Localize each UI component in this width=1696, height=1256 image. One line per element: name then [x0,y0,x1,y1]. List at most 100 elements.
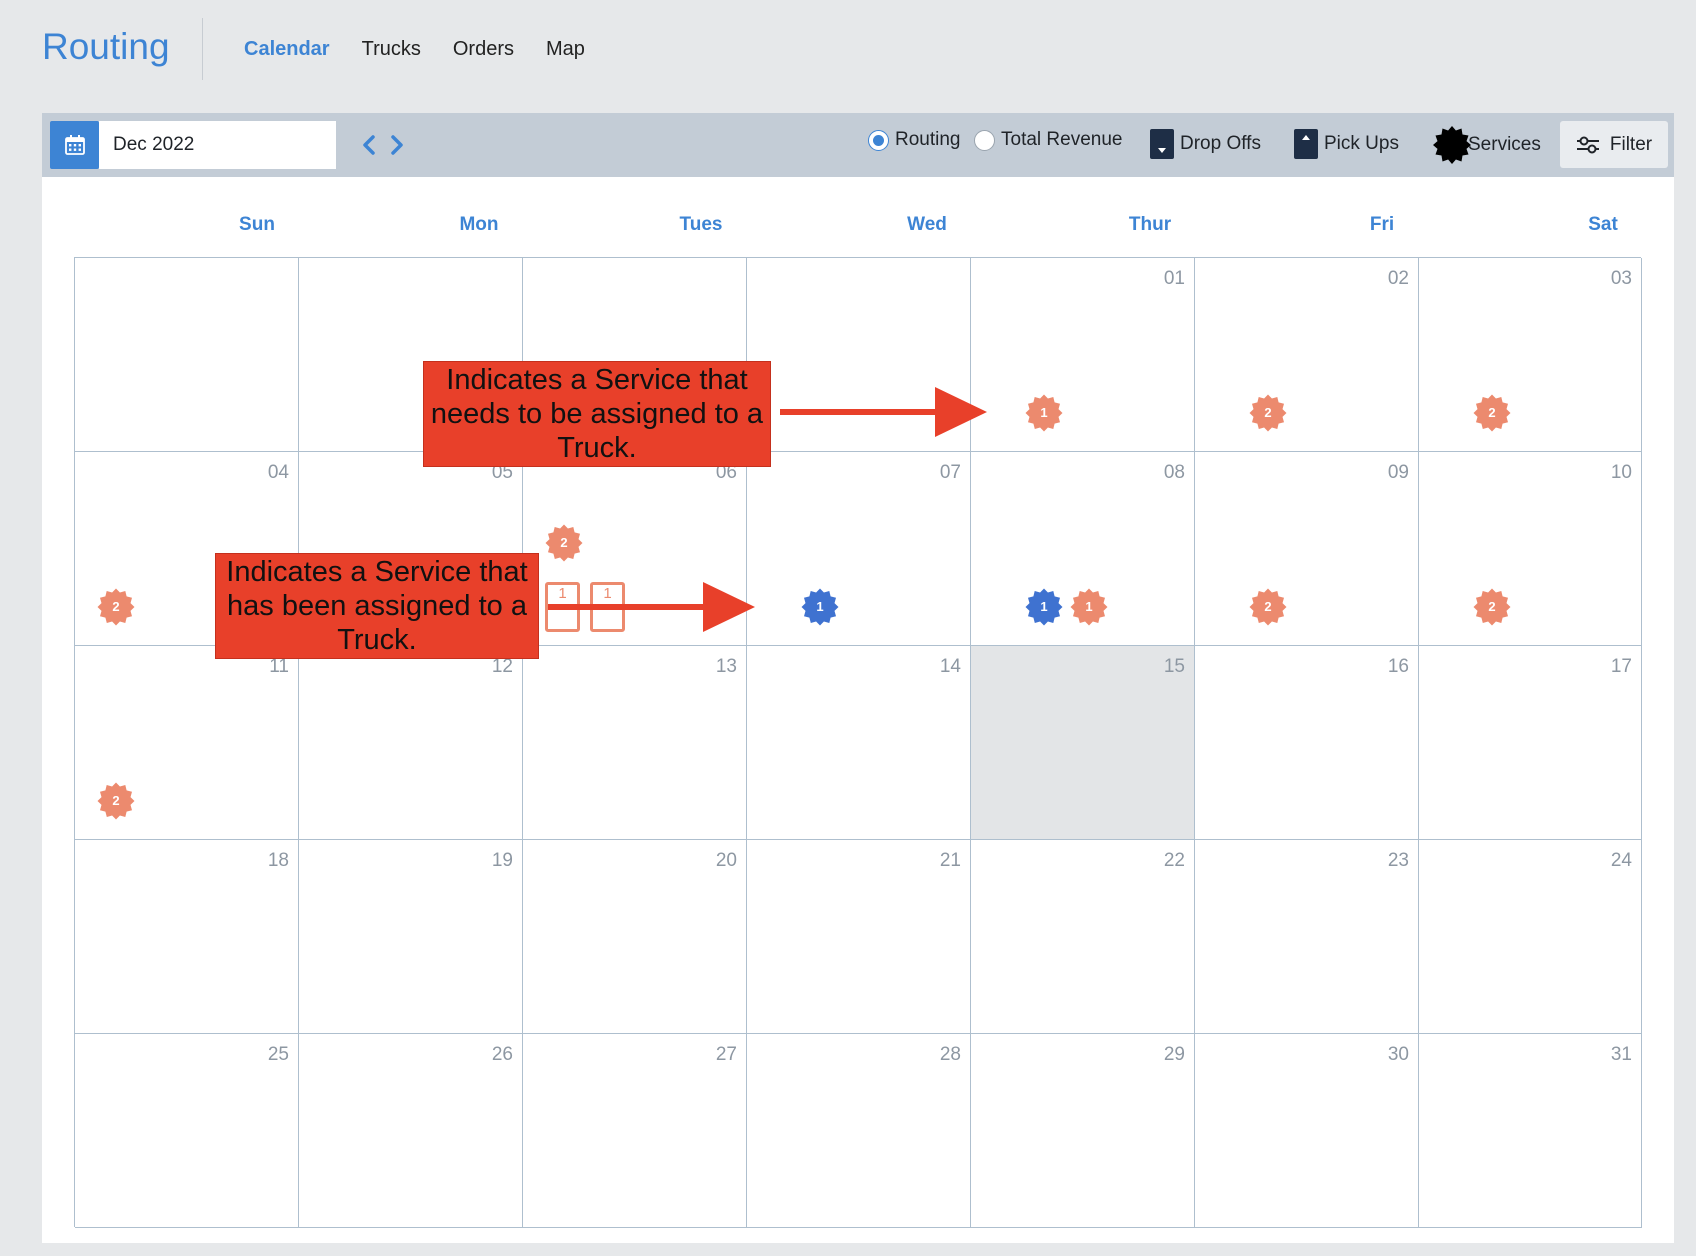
calendar-picker-button[interactable] [50,121,99,169]
chevron-left-icon [363,135,375,155]
badge-count: 2 [560,535,568,550]
day-cell-07[interactable]: 07 [747,452,971,646]
day-number: 27 [715,1044,737,1065]
day-cell-26[interactable]: 26 [299,1034,523,1228]
month-input[interactable]: Dec 2022 [99,121,336,169]
unassigned-service-badge[interactable]: 2 [97,782,135,820]
unassigned-service-badge[interactable]: 2 [545,524,583,562]
day-number: 28 [939,1044,961,1065]
day-cell-20[interactable]: 20 [523,840,747,1034]
annotation-arrow-unassigned [780,387,987,437]
filter-button[interactable]: Filter [1560,121,1668,168]
badge-count: 2 [1264,405,1272,420]
day-number: 10 [1610,462,1632,483]
assigned-service-badge[interactable]: 1 [1025,588,1063,626]
radio-total-revenue[interactable] [974,129,995,151]
legend-services[interactable]: Services [1432,125,1541,165]
day-cell-18[interactable]: 18 [75,840,299,1034]
annotation-assigned: Indicates a Service that has been assign… [215,553,539,659]
legend-drop-offs-label: Drop Offs [1180,133,1261,154]
day-cell-24[interactable]: 24 [1419,840,1642,1034]
badge-count: 1 [1040,405,1048,420]
day-number: 04 [267,462,289,483]
day-cell-02[interactable]: 02 [1195,258,1419,452]
badge-count: 1 [816,599,824,614]
day-cell-30[interactable]: 30 [1195,1034,1419,1228]
calendar-panel: Dec 2022 Routing Total Revenue Drop Offs… [42,113,1674,1243]
day-number: 09 [1387,462,1409,483]
view-option-routing-label: Routing [895,129,961,150]
annotation-unassigned: Indicates a Service that needs to be ass… [423,361,771,467]
nav-trucks[interactable]: Trucks [362,38,421,61]
day-number: 23 [1387,850,1409,871]
day-number: 20 [715,850,737,871]
day-cell-21[interactable]: 21 [747,840,971,1034]
day-cell-19[interactable]: 19 [299,840,523,1034]
day-number: 12 [491,656,513,677]
calendar-toolbar: Dec 2022 Routing Total Revenue Drop Offs… [42,113,1674,177]
chevron-right-icon [391,135,403,155]
weekday-tues: Tues [679,214,723,235]
assigned-service-badge[interactable]: 1 [801,588,839,626]
day-cell-27[interactable]: 27 [523,1034,747,1228]
weekday-thur: Thur [1128,214,1172,235]
day-number: 11 [269,656,289,677]
unassigned-service-badge[interactable]: 2 [1473,394,1511,432]
view-option-total-revenue[interactable]: Total Revenue [974,129,1122,151]
pick-up-icon [1294,129,1318,159]
day-cell-17[interactable]: 17 [1419,646,1642,840]
legend-pick-ups[interactable]: Pick Ups [1294,129,1399,159]
radio-routing[interactable] [868,129,889,151]
legend-drop-offs[interactable]: Drop Offs [1150,129,1261,159]
day-cell-01[interactable]: 01 [971,258,1195,452]
day-cell-03[interactable]: 03 [1419,258,1642,452]
month-navigation [360,131,406,159]
day-cell-31[interactable]: 31 [1419,1034,1642,1228]
unassigned-service-badge[interactable]: 2 [97,588,135,626]
day-cell-10[interactable]: 10 [1419,452,1642,646]
main-nav: Calendar Trucks Orders Map [244,38,617,61]
day-number: 07 [939,462,961,483]
next-month-button[interactable] [388,131,406,159]
drop-off-icon [1150,129,1174,159]
day-cell-23[interactable]: 23 [1195,840,1419,1034]
day-number: 01 [1163,268,1185,289]
day-cell-22[interactable]: 22 [971,840,1195,1034]
day-cell-29[interactable]: 29 [971,1034,1195,1228]
nav-calendar[interactable]: Calendar [244,38,330,61]
day-number: 14 [939,656,961,677]
day-cell-28[interactable]: 28 [747,1034,971,1228]
day-cell-09[interactable]: 09 [1195,452,1419,646]
service-badge-icon [1433,126,1471,164]
badge-count: 2 [1488,599,1496,614]
nav-orders[interactable]: Orders [453,38,514,61]
day-number: 26 [491,1044,513,1065]
unassigned-service-badge[interactable]: 2 [1249,394,1287,432]
day-cell-12[interactable]: 12 [299,646,523,840]
weekday-mon: Mon [459,214,499,235]
day-cell-13[interactable]: 13 [523,646,747,840]
sliders-icon [1576,136,1599,153]
legend-pick-ups-label: Pick Ups [1324,133,1399,154]
day-cell-16[interactable]: 16 [1195,646,1419,840]
view-option-routing[interactable]: Routing [868,129,961,151]
weekday-sat: Sat [1588,214,1618,235]
calendar-icon [64,135,85,155]
day-number: 29 [1163,1044,1185,1065]
legend-services-label: Services [1468,134,1541,155]
badge-count: 2 [112,793,120,808]
day-cell-15-today[interactable]: 15 [971,646,1195,840]
day-cell-25[interactable]: 25 [75,1034,299,1228]
nav-map[interactable]: Map [546,38,585,61]
unassigned-service-badge[interactable]: 2 [1249,588,1287,626]
day-cell-14[interactable]: 14 [747,646,971,840]
prev-month-button[interactable] [360,131,378,159]
unassigned-service-badge[interactable]: 1 [1070,588,1108,626]
day-number: 17 [1610,656,1632,677]
day-number: 19 [491,850,513,871]
unassigned-service-badge[interactable]: 1 [1025,394,1063,432]
day-number: 08 [1163,462,1185,483]
unassigned-service-badge[interactable]: 2 [1473,588,1511,626]
day-number: 25 [267,1044,289,1065]
day-cell-empty [75,258,299,452]
